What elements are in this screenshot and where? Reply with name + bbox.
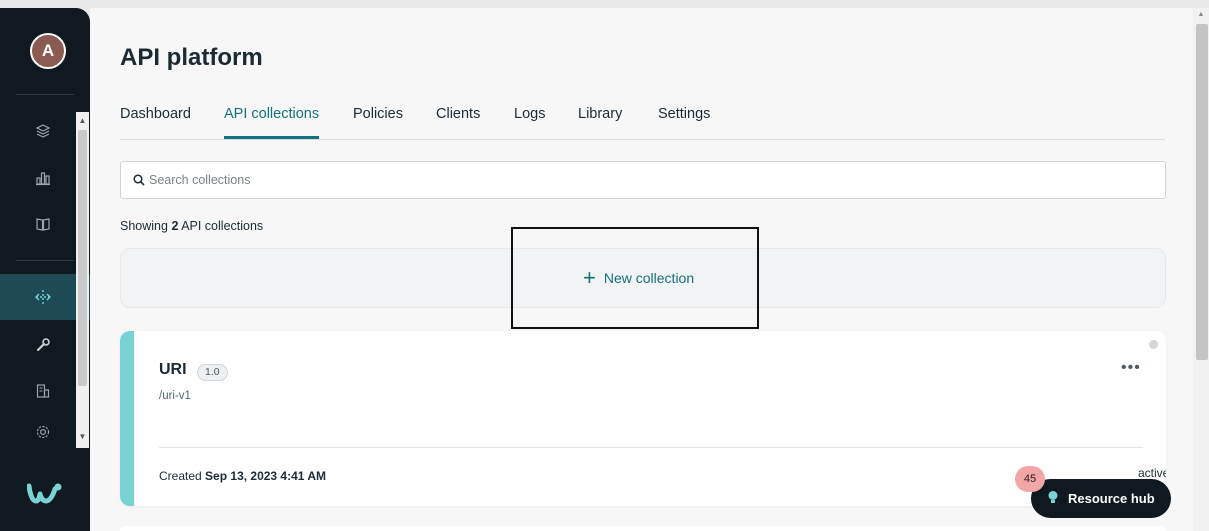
collection-card[interactable]: URI 1.0 /uri-v1 ••• Created Sep 13, 2023… xyxy=(120,331,1166,506)
active-tab-indicator xyxy=(224,136,319,139)
page-title: API platform xyxy=(120,44,263,71)
resource-hub-button[interactable]: Resource hub xyxy=(1031,479,1171,518)
scroll-up-arrow-icon[interactable]: ▲ xyxy=(1193,10,1209,20)
resource-hub-label: Resource hub xyxy=(1068,491,1155,506)
api-collections-icon[interactable] xyxy=(26,280,60,314)
search-icon xyxy=(133,173,145,191)
count-suffix: API collections xyxy=(181,219,264,233)
collections-count-text: Showing 2 API collections xyxy=(120,219,263,233)
notification-badge[interactable]: 45 xyxy=(1015,466,1045,492)
layers-icon[interactable] xyxy=(26,114,60,148)
scroll-down-arrow-icon[interactable]: ▼ xyxy=(76,430,89,443)
tab-settings[interactable]: Settings xyxy=(658,106,710,140)
analytics-icon[interactable] xyxy=(26,161,60,195)
document-icon[interactable] xyxy=(26,374,60,408)
avatar[interactable]: A xyxy=(30,33,66,69)
highlight-box xyxy=(511,227,759,329)
page-scrollbar[interactable]: ▲ xyxy=(1193,8,1209,531)
next-collection-card[interactable] xyxy=(120,526,1166,531)
card-divider xyxy=(159,447,1143,448)
tab-api-collections[interactable]: API collections xyxy=(224,106,319,140)
sidebar-divider xyxy=(16,260,74,261)
tab-bar: Dashboard API collections Policies Clien… xyxy=(120,106,1165,140)
collections-count: 2 xyxy=(171,219,179,233)
tab-dashboard[interactable]: Dashboard xyxy=(120,106,191,140)
sidebar-divider xyxy=(16,94,74,95)
lightbulb-icon xyxy=(1047,490,1059,508)
sidebar: A ▲ ▼ xyxy=(0,8,90,531)
settings-icon[interactable] xyxy=(26,415,60,449)
main-panel: API platform Dashboard API collections P… xyxy=(90,8,1193,531)
version-badge: 1.0 xyxy=(197,364,228,381)
page-scrollbar-thumb[interactable] xyxy=(1196,24,1208,360)
more-options-icon[interactable]: ••• xyxy=(1121,359,1141,377)
collection-path: /uri-v1 xyxy=(159,390,191,402)
created-date: Created Sep 13, 2023 4:41 AM xyxy=(159,469,326,483)
active-label: active xyxy=(1138,466,1166,480)
sidebar-scrollbar[interactable]: ▲ ▼ xyxy=(76,112,89,448)
scroll-up-arrow-icon[interactable]: ▲ xyxy=(76,114,89,127)
search-input[interactable] xyxy=(149,170,1049,190)
search-box[interactable] xyxy=(120,161,1166,199)
workato-logo-icon[interactable] xyxy=(26,481,63,510)
tab-clients[interactable]: Clients xyxy=(436,106,480,140)
tab-policies[interactable]: Policies xyxy=(353,106,403,140)
book-icon[interactable] xyxy=(26,207,60,241)
tab-library[interactable]: Library xyxy=(578,106,622,140)
count-prefix: Showing xyxy=(120,219,168,233)
created-value: Sep 13, 2023 4:41 AM xyxy=(205,469,327,483)
collection-accent xyxy=(120,331,134,506)
created-prefix: Created xyxy=(159,469,202,483)
sidebar-scrollbar-thumb[interactable] xyxy=(78,130,87,386)
status-dot xyxy=(1149,340,1158,349)
wrench-icon[interactable] xyxy=(26,328,60,362)
collection-name[interactable]: URI xyxy=(159,361,187,379)
tab-logs[interactable]: Logs xyxy=(514,106,545,140)
